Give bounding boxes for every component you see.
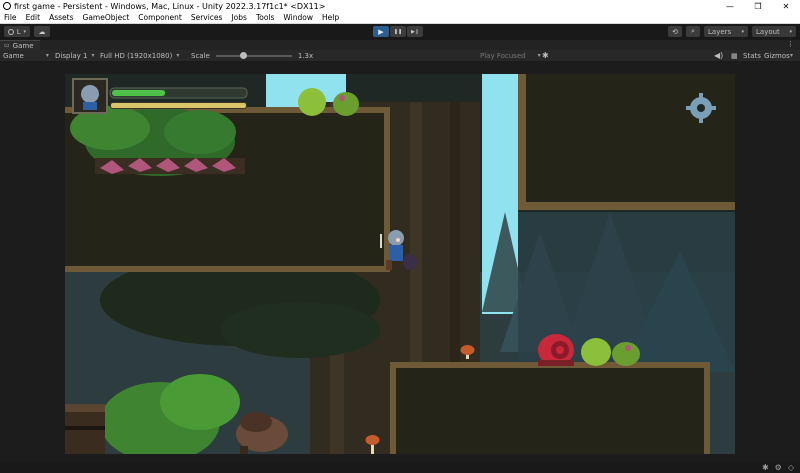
menu-edit[interactable]: Edit [22,13,46,22]
account-label: L [16,27,21,36]
more-options-icon[interactable]: ⋮ [787,40,794,48]
status-icons: ✱ ⚙ ◇ [762,463,794,472]
menu-window[interactable]: Window [279,13,318,22]
stats-button[interactable]: Stats [743,52,761,60]
menu-help[interactable]: Help [318,13,344,22]
bug-icon[interactable]: ✱ [542,51,549,60]
chevron-down-icon[interactable]: ▾ [790,52,793,59]
network-icon[interactable]: ◇ [788,463,794,472]
history-icon: ⟲ [672,27,678,36]
menu-services[interactable]: Services [187,13,228,22]
view-type-dropdown[interactable]: Game ▾ [3,52,49,60]
menu-file[interactable]: File [0,13,22,22]
search-icon: ⌕ [691,27,695,35]
layers-dropdown[interactable]: Layers ▾ [704,26,748,37]
chevron-down-icon: ▾ [45,52,49,59]
snail-enemy [538,334,574,366]
step-button[interactable]: ▶❙ [407,26,423,37]
scale-label: Scale [191,51,210,60]
display-label: Display 1 [55,51,88,60]
right-platform [390,362,710,454]
maximize-button[interactable]: ❐ [744,0,772,12]
activity-icon[interactable]: ✱ [762,463,769,472]
view-type-label: Game [3,51,24,60]
title-bar: first game - Persistent - Windows, Mac, … [0,0,800,12]
game-view-toolbar: Game ▾ Display 1 ▾ Full HD (1920x1080) ▾… [0,50,800,62]
stamina-bar-fill [111,103,246,108]
unity-logo-icon [3,2,11,10]
game-controller-icon: ▭ [4,42,10,49]
play-focused-dropdown[interactable]: Play Focused ▾ [480,52,541,60]
health-bar-fill [112,90,166,96]
treasure-chest [65,404,105,454]
scale-slider-handle[interactable] [240,51,248,59]
menu-gameobject[interactable]: GameObject [79,13,135,22]
chevron-down-icon: ▾ [91,52,95,59]
scale-slider[interactable] [215,51,292,59]
scale-value: 1.3x [297,51,314,60]
menu-tools[interactable]: Tools [252,13,279,22]
chevron-down-icon: ▾ [176,52,180,59]
window-title: first game - Persistent - Windows, Mac, … [14,1,326,11]
settings-icon[interactable]: ⚙ [775,463,782,472]
playmode-controls: ▶ ❚❚ ▶❙ [373,26,423,37]
game-viewport[interactable] [0,62,800,462]
chevron-down-icon: ▾ [741,28,744,35]
scale-control: Scale 1.3x [191,51,314,60]
close-button[interactable]: ✕ [772,0,800,12]
cloud-icon: ☁ [38,27,46,36]
main-toolbar: L ▾ ☁ ▶ ❚❚ ▶❙ ⟲ ⌕ Layers ▾ Layout ▾ [0,24,800,40]
history-button[interactable]: ⟲ [668,26,682,37]
minimize-button[interactable]: — [716,0,744,12]
gizmos-button[interactable]: Gizmos [764,52,790,60]
resolution-dropdown[interactable]: Full HD (1920x1080) ▾ [100,52,179,60]
menu-bar: File Edit Assets GameObject Component Se… [0,12,800,24]
tab-game-label: Game [12,41,34,50]
cloud-button[interactable]: ☁ [34,26,50,37]
chevron-down-icon: ▾ [537,52,541,59]
toolbar-right: ⟲ ⌕ Layers ▾ Layout ▾ [668,26,796,37]
layout-dropdown[interactable]: Layout ▾ [752,26,796,37]
layers-label: Layers [708,27,732,36]
menu-assets[interactable]: Assets [45,13,78,22]
menu-component[interactable]: Component [134,13,187,22]
status-bar: ✱ ⚙ ◇ [0,462,800,473]
game-scene [0,62,800,462]
menu-jobs[interactable]: Jobs [227,13,251,22]
grid-icon[interactable]: ▦ [731,52,738,60]
play-focused-label: Play Focused [480,51,526,60]
chevron-down-icon: ▾ [789,28,792,35]
tab-strip: ▭ Game ⋮ [0,40,800,50]
tab-game[interactable]: ▭ Game [0,40,40,50]
pause-button[interactable]: ❚❚ [390,26,406,37]
account-dropdown[interactable]: L ▾ [4,26,30,37]
resolution-label: Full HD (1920x1080) [100,51,173,60]
search-button[interactable]: ⌕ [686,26,700,37]
account-icon [8,28,14,35]
layout-label: Layout [756,27,780,36]
chevron-down-icon: ▾ [23,28,26,35]
display-dropdown[interactable]: Display 1 ▾ [55,52,95,60]
play-button[interactable]: ▶ [373,26,389,37]
mute-audio-icon[interactable]: ◀) [714,51,723,60]
